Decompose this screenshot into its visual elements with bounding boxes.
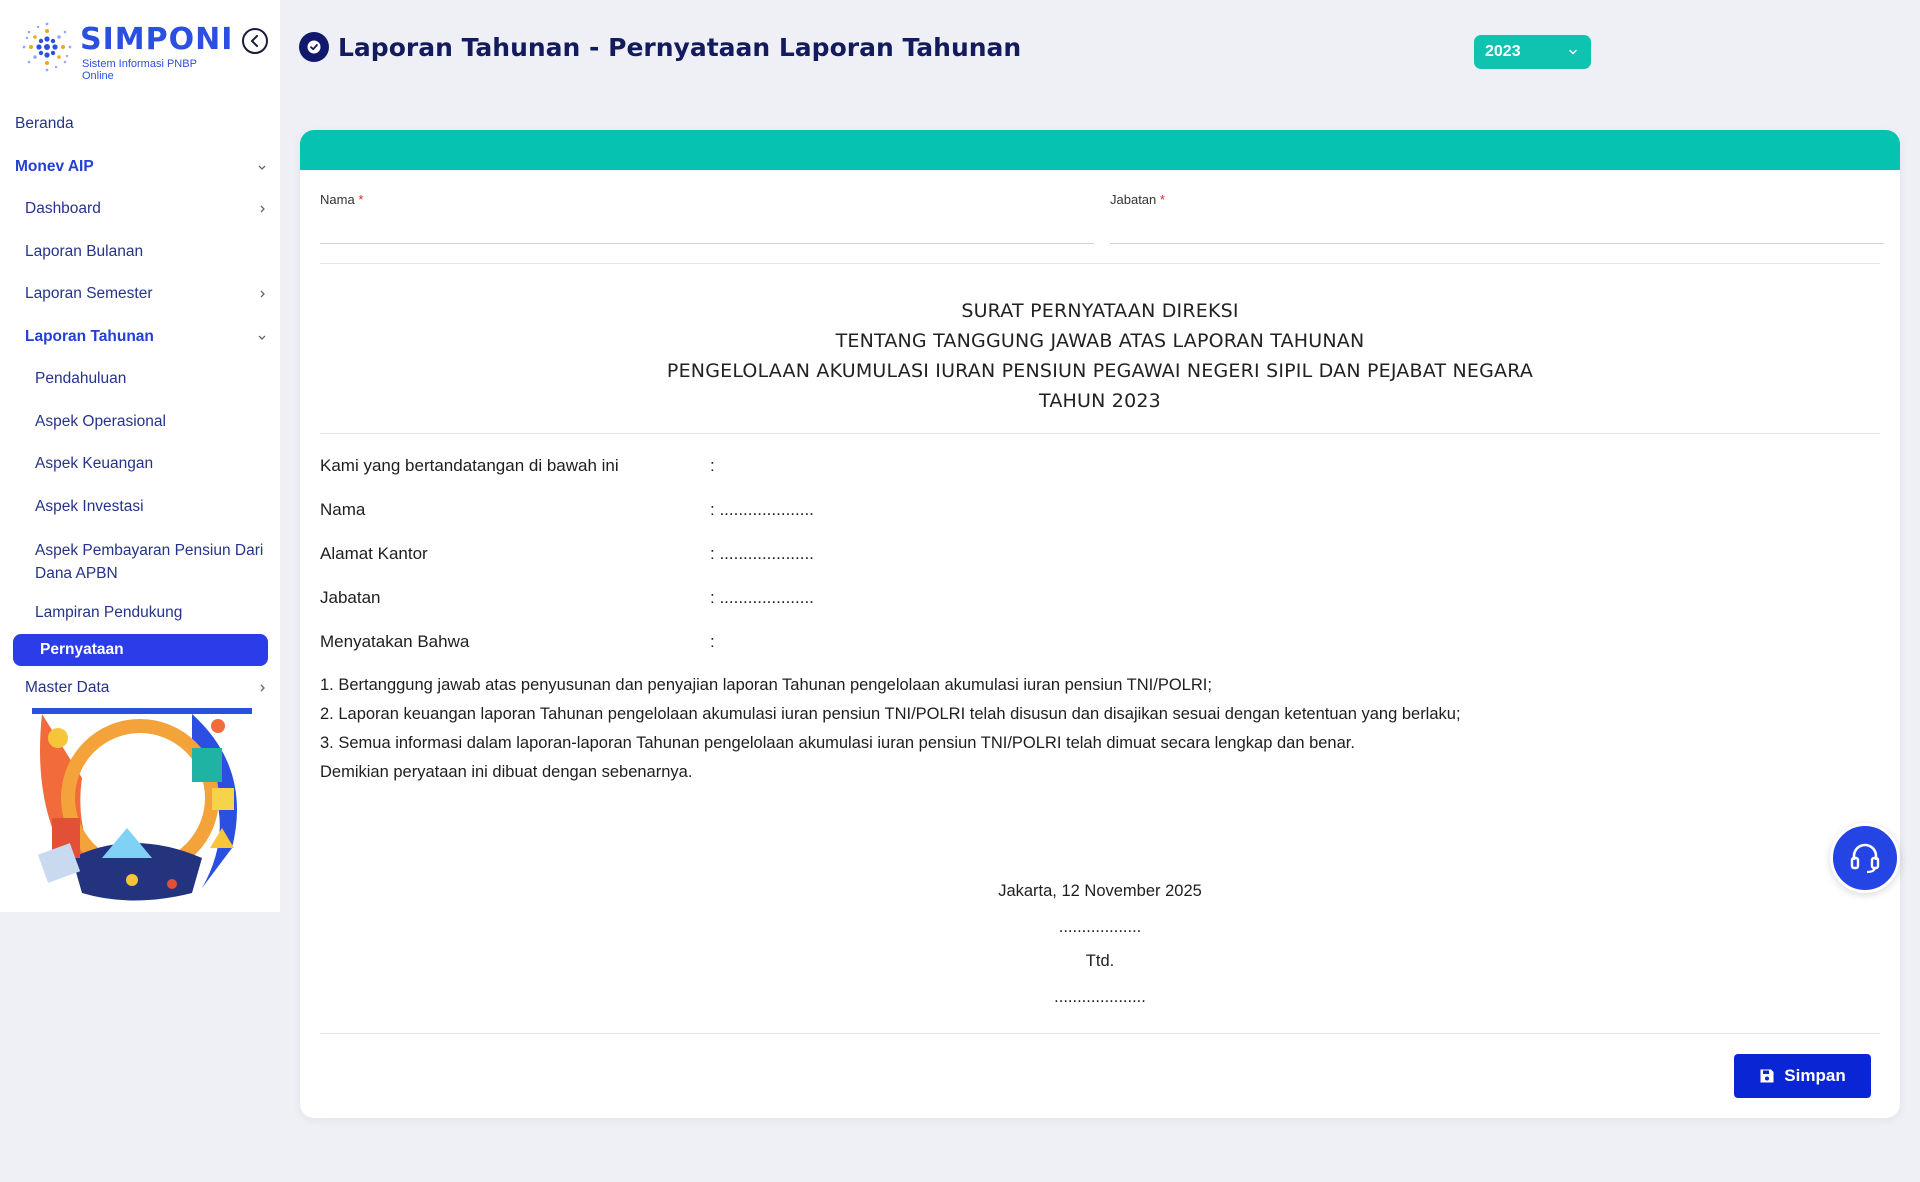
sidebar-item-pernyataan[interactable]: Pernyataan — [13, 634, 268, 666]
statement-closing: Demikian peryataan ini dibuat dengan seb… — [320, 763, 693, 781]
statement-item: 1. Bertanggung jawab atas penyusunan dan… — [320, 676, 1212, 694]
signer-name-dots: .................... — [1054, 988, 1146, 1006]
year-select[interactable]: 2023 — [1474, 35, 1591, 69]
document-title-line: SURAT PERNYATAAN DIREKSI — [961, 300, 1239, 322]
jabatan-label-text: Jabatan — [1110, 192, 1157, 207]
jabatan-input[interactable] — [1110, 213, 1884, 244]
sidebar: SIMPONI Sistem Informasi PNBP Online Ber… — [0, 0, 280, 912]
sidebar-item-aspek-keuangan[interactable]: Aspek Keuangan — [0, 454, 280, 474]
page-title: Laporan Tahunan - Pernyataan Laporan Tah… — [338, 32, 1022, 62]
sidebar-item-laporan-tahunan[interactable]: Laporan Tahunan — [0, 327, 280, 347]
row-value: : .................... — [710, 544, 814, 563]
sidebar-item-beranda[interactable]: Beranda — [0, 114, 280, 134]
statement-item: 2. Laporan keuangan laporan Tahunan peng… — [320, 705, 1461, 723]
sidebar-item-label: Laporan Semester — [25, 285, 153, 302]
sidebar-item-label: Pernyataan — [40, 641, 124, 658]
row-label: Nama — [320, 500, 366, 519]
row-label: Jabatan — [320, 588, 381, 607]
row-value: : — [710, 456, 715, 475]
sidebar-item-laporan-semester[interactable]: Laporan Semester — [0, 284, 280, 304]
sidebar-item-aspek-pembayaran-pensiun[interactable]: Aspek Pembayaran Pensiun Dari Dana APBN — [0, 539, 280, 585]
sidebar-illustration — [32, 708, 252, 901]
row-label: Kami yang bertandatangan di bawah ini — [320, 456, 619, 475]
sidebar-item-label: Aspek Pembayaran Pensiun Dari Dana APBN — [35, 542, 264, 582]
row-label: Menyatakan Bahwa — [320, 632, 470, 651]
row-value: : — [710, 632, 715, 651]
app-subtitle: Sistem Informasi PNBP Online — [82, 58, 197, 82]
check-circle-icon — [299, 32, 329, 62]
chevron-down-icon — [1569, 49, 1577, 55]
document-title-line: PENGELOLAAN AKUMULASI IURAN PENSIUN PEGA… — [666, 360, 1534, 382]
row-value: : .................... — [710, 500, 814, 519]
app-name: SIMPONI — [80, 22, 234, 57]
nama-field-label: Nama * — [320, 192, 363, 207]
sidebar-item-monev-aip[interactable]: Monev AIP — [0, 157, 280, 177]
chevron-down-icon — [258, 335, 266, 340]
document-title: SURAT PERNYATAAN DIREKSI TENTANG TANGGUN… — [320, 296, 1880, 416]
divider — [320, 433, 1880, 434]
chevron-left-icon — [251, 35, 258, 47]
row-label: Alamat Kantor — [320, 544, 428, 563]
row-value: : .................... — [710, 588, 814, 607]
simponi-logo-icon — [22, 22, 72, 72]
sidebar-collapse-button[interactable] — [242, 28, 268, 54]
page-header: Laporan Tahunan - Pernyataan Laporan Tah… — [299, 30, 1021, 64]
sidebar-item-label: Master Data — [25, 679, 110, 696]
sidebar-item-pendahuluan[interactable]: Pendahuluan — [0, 369, 280, 389]
sidebar-item-lampiran-pendukung[interactable]: Lampiran Pendukung — [0, 603, 280, 623]
help-chat-button[interactable] — [1830, 823, 1900, 893]
sidebar-item-label: Laporan Tahunan — [25, 328, 154, 345]
document-title-line: TAHUN 2023 — [1039, 390, 1161, 412]
sidebar-item-dashboard[interactable]: Dashboard — [0, 199, 280, 219]
sidebar-item-aspek-operasional[interactable]: Aspek Operasional — [0, 412, 280, 432]
statement-card: Nama * Jabatan * SURAT PERNYATAAN DIREKS… — [300, 130, 1900, 1118]
sidebar-item-label: Aspek Investasi — [35, 498, 144, 515]
sidebar-item-label: Aspek Operasional — [35, 413, 166, 430]
nama-label-text: Nama — [320, 192, 355, 207]
divider — [320, 1033, 1880, 1034]
card-header-bar — [300, 130, 1900, 170]
sidebar-item-label: Monev AIP — [15, 158, 94, 175]
sidebar-item-label: Lampiran Pendukung — [35, 604, 183, 621]
save-button[interactable]: Simpan — [1734, 1054, 1871, 1098]
chevron-down-icon — [258, 165, 266, 170]
signature-dots: .................. — [1058, 918, 1142, 936]
year-select-value: 2023 — [1485, 43, 1521, 60]
statement-item: 3. Semua informasi dalam laporan-laporan… — [320, 734, 1355, 752]
floppy-disk-icon — [1760, 1069, 1774, 1083]
sidebar-item-label: Beranda — [15, 115, 74, 132]
divider — [320, 263, 1880, 264]
save-button-label: Simpan — [1784, 1066, 1846, 1085]
place-date: Jakarta, 12 November 2025 — [998, 882, 1202, 900]
nama-input[interactable] — [320, 213, 1094, 244]
sidebar-item-label: Pendahuluan — [35, 370, 127, 387]
chevron-right-icon — [260, 684, 265, 692]
chevron-right-icon — [260, 205, 265, 213]
document-title-line: TENTANG TANGGUNG JAWAB ATAS LAPORAN TAHU… — [835, 330, 1365, 352]
sidebar-item-master-data[interactable]: Master Data — [0, 678, 280, 698]
required-mark: * — [358, 192, 364, 207]
sidebar-item-laporan-bulanan[interactable]: Laporan Bulanan — [0, 242, 280, 262]
ttd-label: Ttd. — [1085, 952, 1115, 970]
headset-icon — [1850, 843, 1880, 874]
sidebar-item-label: Laporan Bulanan — [25, 243, 144, 260]
required-mark: * — [1159, 192, 1165, 207]
sidebar-item-aspek-investasi[interactable]: Aspek Investasi — [0, 497, 280, 517]
sidebar-item-label: Aspek Keuangan — [35, 455, 154, 472]
jabatan-field-label: Jabatan * — [1110, 192, 1165, 207]
brand-logo[interactable]: SIMPONI Sistem Informasi PNBP Online — [18, 18, 232, 82]
chevron-right-icon — [260, 290, 265, 298]
sidebar-item-label: Dashboard — [25, 200, 101, 217]
